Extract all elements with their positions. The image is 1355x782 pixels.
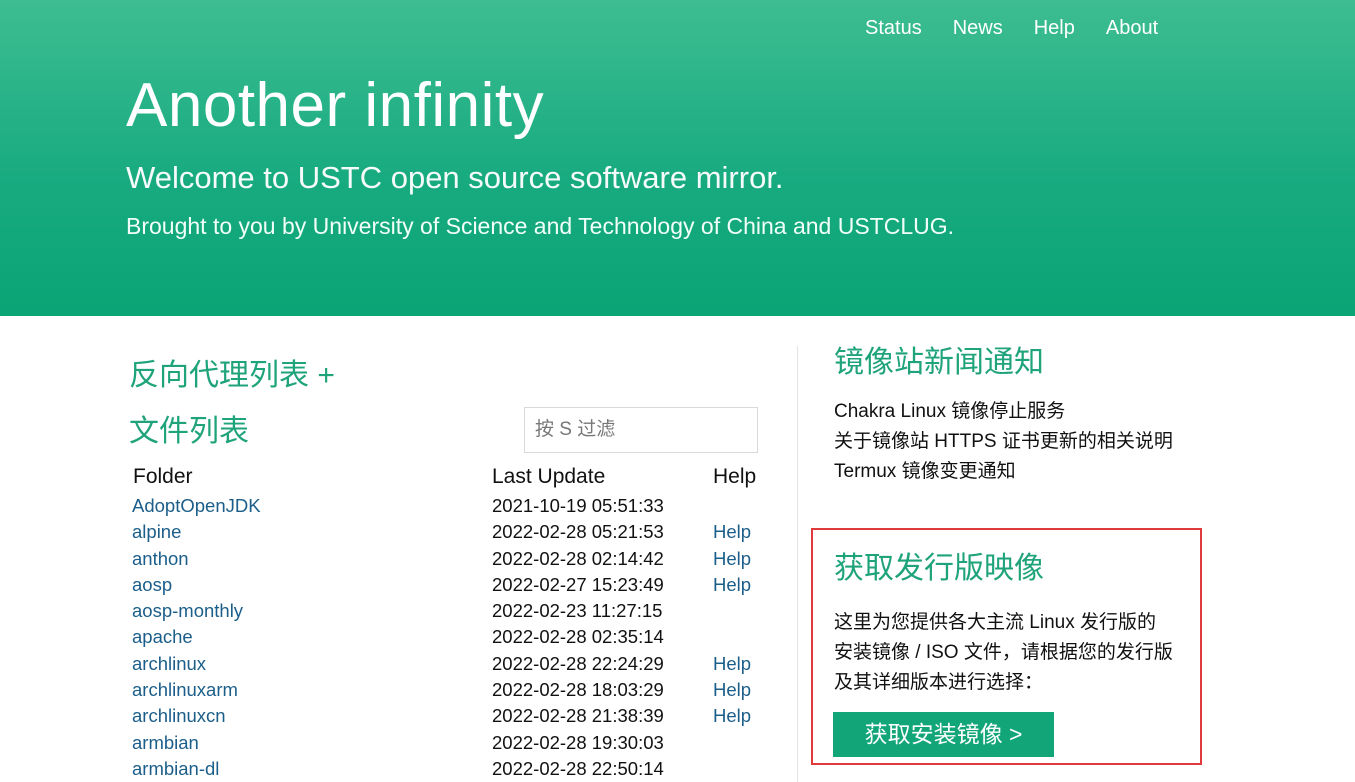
header-banner: Status News Help About Another infinity … bbox=[0, 0, 1355, 316]
folder-link[interactable]: AdoptOpenJDK bbox=[132, 493, 261, 519]
get-iso-button[interactable]: 获取安装镜像 > bbox=[833, 712, 1054, 757]
help-link[interactable]: Help bbox=[713, 651, 751, 677]
folder-link[interactable]: archlinuxcn bbox=[132, 703, 226, 729]
news-item[interactable]: 关于镜像站 HTTPS 证书更新的相关说明 bbox=[834, 427, 1174, 457]
file-list-title: 文件列表 bbox=[129, 415, 249, 448]
last-update-value: 2022-02-28 22:24:29 bbox=[492, 652, 664, 674]
news-item[interactable]: Termux 镜像变更通知 bbox=[834, 457, 1174, 487]
folder-link[interactable]: armbian bbox=[132, 730, 199, 756]
nav-news-link[interactable]: News bbox=[953, 14, 1003, 42]
folder-link[interactable]: apache bbox=[132, 624, 193, 650]
table-row: anthon 2022-02-28 02:14:42 Help bbox=[132, 546, 772, 572]
last-update-value: 2022-02-28 02:35:14 bbox=[492, 626, 664, 648]
hero-tagline: Brought to you by University of Science … bbox=[126, 213, 955, 239]
nav-help-link[interactable]: Help bbox=[1034, 14, 1075, 42]
last-update-value: 2022-02-23 11:27:15 bbox=[492, 600, 663, 622]
column-divider bbox=[797, 346, 798, 782]
last-update-value: 2022-02-28 05:21:53 bbox=[492, 521, 664, 543]
hero-subtitle: Welcome to USTC open source software mir… bbox=[126, 160, 784, 195]
file-table-body: AdoptOpenJDK 2021-10-19 05:51:33 alpine 202… bbox=[132, 493, 772, 782]
folder-link[interactable]: aosp-monthly bbox=[132, 598, 243, 624]
table-row: alpine 2022-02-28 05:21:53 Help bbox=[132, 519, 772, 545]
help-link[interactable]: Help bbox=[713, 677, 751, 703]
iso-title: 获取发行版映像 bbox=[834, 552, 1044, 585]
news-list: Chakra Linux 镜像停止服务 关于镜像站 HTTPS 证书更新的相关说… bbox=[834, 397, 1174, 487]
table-row: archlinux 2022-02-28 22:24:29 Help bbox=[132, 651, 772, 677]
last-update-value: 2022-02-28 21:38:39 bbox=[492, 705, 664, 727]
news-title: 镜像站新闻通知 bbox=[834, 346, 1044, 379]
news-item[interactable]: Chakra Linux 镜像停止服务 bbox=[834, 397, 1174, 427]
table-row: archlinuxcn 2022-02-28 21:38:39 Help bbox=[132, 703, 772, 729]
table-row: armbian 2022-02-28 19:30:03 bbox=[132, 730, 772, 756]
hero-title: Another infinity bbox=[126, 71, 545, 140]
table-row: aosp 2022-02-27 15:23:49 Help bbox=[132, 572, 772, 598]
table-row: apache 2022-02-28 02:35:14 bbox=[132, 624, 772, 650]
top-nav: Status News Help About bbox=[865, 14, 1189, 42]
help-column-header: Help bbox=[713, 465, 757, 488]
folder-link[interactable]: aosp bbox=[132, 572, 172, 598]
table-row: AdoptOpenJDK 2021-10-19 05:51:33 bbox=[132, 493, 772, 519]
last-update-value: 2022-02-28 22:50:14 bbox=[492, 757, 664, 779]
table-row: archlinuxarm 2022-02-28 18:03:29 Help bbox=[132, 677, 772, 703]
last-update-value: 2022-02-28 02:14:42 bbox=[492, 547, 664, 569]
last-update-column-header: Last Update bbox=[492, 465, 606, 488]
iso-description: 这里为您提供各大主流 Linux 发行版的安装镜像 / ISO 文件，请根据您的… bbox=[834, 612, 1173, 693]
proxy-list-toggle[interactable]: 反向代理列表 + bbox=[129, 356, 335, 396]
help-link[interactable]: Help bbox=[713, 519, 751, 545]
table-row: armbian-dl 2022-02-28 22:50:14 bbox=[132, 756, 772, 782]
nav-status-link[interactable]: Status bbox=[865, 14, 922, 42]
folder-link[interactable]: armbian-dl bbox=[132, 756, 219, 782]
table-row: aosp-monthly 2022-02-23 11:27:15 bbox=[132, 598, 772, 624]
folder-link[interactable]: alpine bbox=[132, 519, 181, 545]
help-link[interactable]: Help bbox=[713, 546, 751, 572]
folder-column-header: Folder bbox=[133, 465, 193, 488]
nav-about-link[interactable]: About bbox=[1106, 14, 1158, 42]
last-update-value: 2021-10-19 05:51:33 bbox=[492, 495, 664, 516]
last-update-value: 2022-02-28 18:03:29 bbox=[492, 679, 664, 701]
help-link[interactable]: Help bbox=[713, 572, 751, 598]
last-update-value: 2022-02-28 19:30:03 bbox=[492, 731, 664, 753]
help-link[interactable]: Help bbox=[713, 703, 751, 729]
filter-input[interactable] bbox=[524, 407, 758, 453]
folder-link[interactable]: anthon bbox=[132, 546, 189, 572]
last-update-value: 2022-02-27 15:23:49 bbox=[492, 573, 664, 595]
folder-link[interactable]: archlinuxarm bbox=[132, 677, 238, 703]
folder-link[interactable]: archlinux bbox=[132, 651, 206, 677]
